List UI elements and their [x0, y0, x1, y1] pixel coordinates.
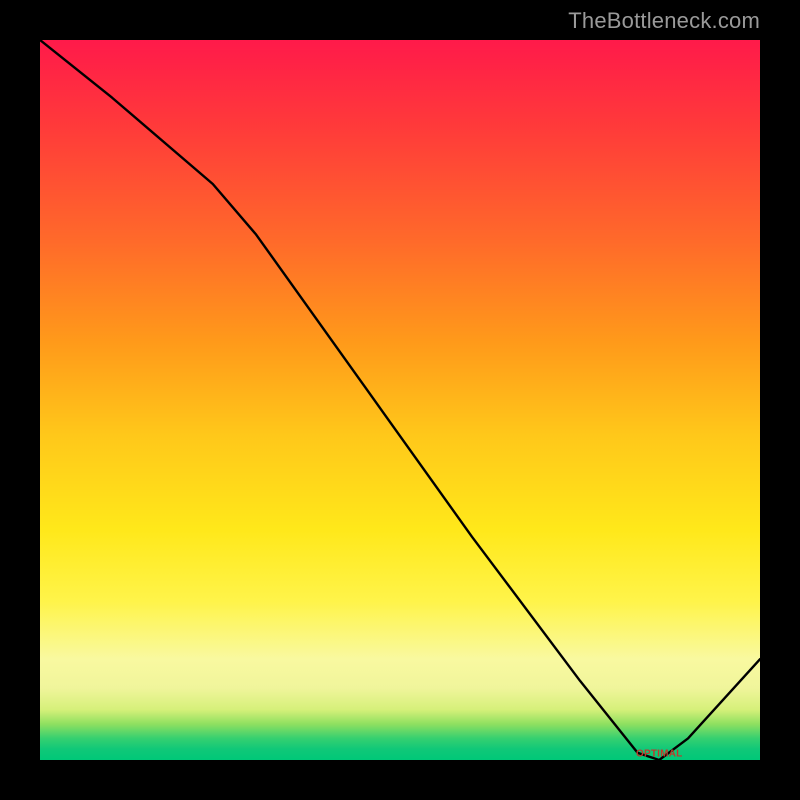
watermark: TheBottleneck.com — [568, 8, 760, 34]
chart-frame: TheBottleneck.com OPTIMAL — [0, 0, 800, 800]
plot-area: OPTIMAL — [40, 40, 760, 760]
optimal-label: OPTIMAL — [636, 749, 682, 760]
bottleneck-curve — [40, 40, 760, 760]
